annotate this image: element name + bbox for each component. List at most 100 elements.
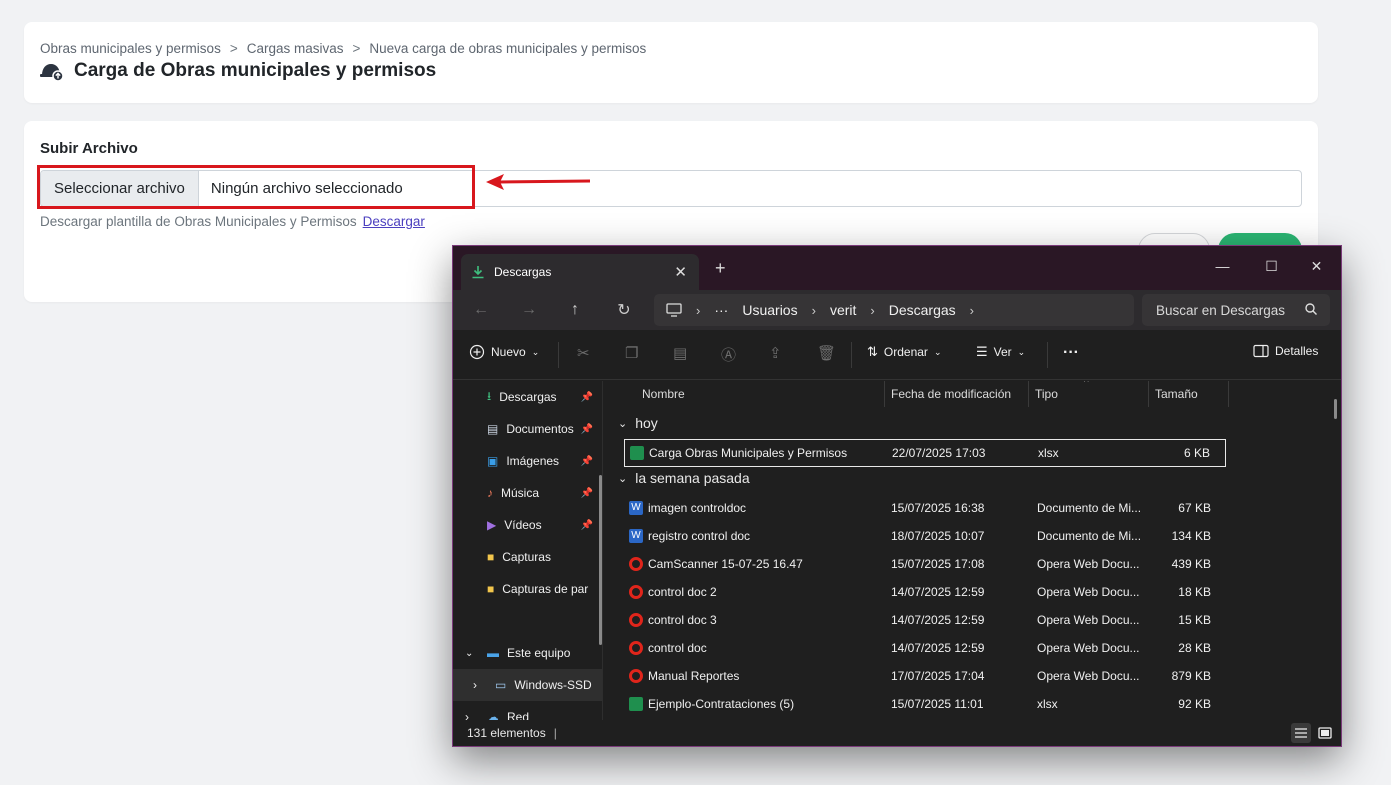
details-view-icon[interactable] [1291,723,1311,743]
breadcrumb-item-obras[interactable]: Obras municipales y permisos [40,41,221,56]
file-date: 14/07/2025 12:59 [891,585,985,599]
chevron-right-icon: › [473,678,477,692]
file-row[interactable]: Wimagen controldoc 15/07/2025 16:38 Docu… [624,494,1226,522]
download-icon: ⭳ [487,388,492,403]
item-count: 131 elementos [467,726,546,740]
file-row[interactable]: Ejemplo-Contrataciones (5) 15/07/2025 11… [624,690,1226,718]
file-type: Opera Web Docu... [1037,669,1140,683]
column-header-tamano[interactable]: Tamaño [1149,381,1229,407]
computer-icon [666,303,682,317]
sidebar-item-capturas-de-pantalla[interactable]: ■ Capturas de par [453,573,602,605]
tiles-view-icon[interactable] [1315,723,1335,743]
up-arrow-icon[interactable]: ↑ [561,298,589,322]
pin-icon: 📌 [580,487,593,499]
new-label: Nuevo [491,345,526,359]
address-segment-descargas[interactable]: Descargas [889,302,956,318]
group-header-hoy[interactable]: ⌄ hoy [618,415,658,431]
download-template-link[interactable]: Descargar [363,214,425,229]
template-help-label: Descargar plantilla de Obras Municipales… [40,214,357,229]
annotation-box-file-input [37,165,475,209]
file-type: xlsx [1037,697,1058,711]
more-options-icon[interactable]: ··· [1063,344,1079,362]
paste-icon[interactable]: ▤ [673,344,687,362]
delete-icon[interactable]: 🗑 [817,344,836,362]
opera-icon [629,613,643,627]
opera-icon [629,557,643,571]
address-segment-verit[interactable]: verit [830,302,856,318]
breadcrumb-item-cargas[interactable]: Cargas masivas [247,41,344,56]
file-date: 17/07/2025 17:04 [891,669,985,683]
sidebar-item-videos[interactable]: ▶ Vídeos 📌 [453,509,602,541]
column-header-fecha[interactable]: Fecha de modificación [885,381,1029,407]
sidebar-scrollbar[interactable] [599,475,602,645]
page-header-card: Obras municipales y permisos > Cargas masi… [24,22,1318,103]
column-header-nombre[interactable]: Nombre [636,381,885,407]
document-icon: ▤ [487,422,499,436]
sidebar-item-label: Documentos [506,422,574,436]
file-name: Manual Reportes [648,669,740,683]
file-row-carga-obras[interactable]: Carga Obras Municipales y Permisos 22/07… [624,439,1226,467]
search-box[interactable]: Buscar en Descargas [1142,294,1330,326]
breadcrumb-item-current: Nueva carga de obras municipales y permi… [369,41,647,56]
sidebar-item-imagenes[interactable]: ▣ Imágenes 📌 [453,445,602,477]
copy-icon[interactable]: ❐ [625,344,638,362]
column-header-tipo[interactable]: Tipo [1029,381,1149,407]
address-segment-usuarios[interactable]: Usuarios [742,302,797,318]
chevron-down-icon: ⌄ [618,472,628,485]
file-size: 134 KB [1171,529,1211,543]
pin-icon: 📌 [580,423,593,435]
back-arrow-icon[interactable]: ← [467,298,495,322]
sidebar-item-label: Windows-SSD [514,678,592,692]
share-icon[interactable]: ⇪ [769,344,782,362]
file-type: Documento de Mi... [1037,501,1142,515]
file-size: 439 KB [1171,557,1211,571]
sidebar-item-descargas[interactable]: ⭳ Descargas 📌 [453,381,602,413]
chevron-right-icon: › [969,302,974,318]
cut-icon[interactable]: ✂ [577,344,590,362]
sort-button[interactable]: ⇅ Ordenar ⌄ [867,344,941,360]
file-size: 67 KB [1178,501,1211,515]
file-row[interactable]: Wregistro control doc 18/07/2025 10:07 D… [624,522,1226,550]
forward-arrow-icon[interactable]: → [515,298,543,322]
file-row[interactable]: CamScanner 15-07-25 16.47 15/07/2025 17:… [624,550,1226,578]
folder-icon: ■ [487,550,495,564]
new-button[interactable]: Nuevo ⌄ [469,344,539,360]
file-row[interactable]: control doc 2 14/07/2025 12:59 Opera Web… [624,578,1226,606]
close-tab-icon[interactable]: ✕ [674,263,687,281]
details-button[interactable]: Detalles [1253,344,1318,358]
file-date: 14/07/2025 12:59 [891,613,985,627]
sidebar-item-windows-ssd[interactable]: › ▭ Windows-SSD [453,669,602,701]
file-row[interactable]: control doc 14/07/2025 12:59 Opera Web D… [624,634,1226,662]
video-icon: ▶ [487,518,497,532]
maximize-button[interactable]: ☐ [1249,252,1294,280]
file-list-scrollbar[interactable] [1334,399,1337,419]
chevron-right-icon: › [696,302,701,318]
file-type: Opera Web Docu... [1037,613,1140,627]
sidebar-item-label: Imágenes [506,454,560,468]
add-tab-icon[interactable]: + [715,258,726,279]
explorer-navbar: ← → ↑ ↻ › ··· Usuarios › verit › Descarg… [453,290,1341,330]
navigation-pane: ⭳ Descargas 📌 ▤ Documentos 📌 ▣ Imágenes … [453,381,603,723]
status-divider: | [553,726,557,740]
rename-icon[interactable]: Ⓐ [721,344,736,365]
group-header-semana-pasada[interactable]: ⌄ la semana pasada [618,470,750,486]
sidebar-item-label: Capturas de par [502,582,589,596]
file-row[interactable]: control doc 3 14/07/2025 12:59 Opera Web… [624,606,1226,634]
word-icon: W [629,501,643,515]
close-window-button[interactable]: ✕ [1294,252,1339,280]
address-ellipsis[interactable]: ··· [714,302,728,318]
tab-descargas[interactable]: Descargas ✕ [461,254,699,290]
sidebar-item-este-equipo[interactable]: ⌄ ▬ Este equipo [453,637,602,669]
address-bar[interactable]: › ··· Usuarios › verit › Descargas › [654,294,1134,326]
sidebar-item-documentos[interactable]: ▤ Documentos 📌 [453,413,602,445]
file-row[interactable]: Manual Reportes 17/07/2025 17:04 Opera W… [624,662,1226,690]
refresh-icon[interactable]: ↻ [610,298,638,322]
chevron-right-icon: › [870,302,875,318]
view-button[interactable]: ☰ Ver ⌄ [976,344,1025,360]
minimize-button[interactable]: — [1200,252,1245,280]
sidebar-item-label: Este equipo [507,646,571,660]
file-list: Nombre Fecha de modificación Tipo Tamaño… [610,381,1341,723]
sidebar-item-capturas[interactable]: ■ Capturas [453,541,602,573]
breadcrumb: Obras municipales y permisos > Cargas masi… [40,41,646,56]
sidebar-item-musica[interactable]: ♪ Música 📌 [453,477,602,509]
